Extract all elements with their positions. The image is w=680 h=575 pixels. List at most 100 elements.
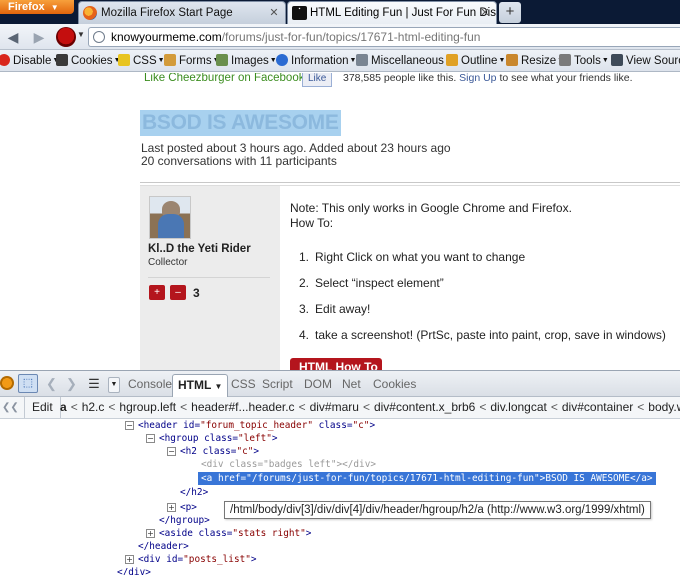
tab-dom[interactable]: DOM bbox=[299, 374, 337, 394]
devtool-view-source[interactable]: View Source bbox=[611, 53, 680, 69]
html-node-div-badges[interactable]: <div class="badges left"></div> bbox=[201, 458, 376, 471]
breadcrumb-item[interactable]: a bbox=[60, 400, 67, 414]
post-note: Note: This only works in Google Chrome a… bbox=[290, 201, 572, 215]
devtool-outline[interactable]: Outline▼ bbox=[446, 53, 505, 69]
html-node-hgroup[interactable]: <hgroup class="left"> bbox=[159, 432, 278, 445]
breadcrumb-item[interactable]: div#container bbox=[562, 400, 633, 414]
menu-icon[interactable]: ☰ bbox=[85, 375, 103, 393]
devtool-css[interactable]: CSS▼ bbox=[118, 53, 165, 69]
collapse-icon[interactable]: − bbox=[125, 421, 134, 430]
devtool-label: Outline bbox=[461, 55, 498, 67]
devtool-label: CSS bbox=[133, 55, 157, 67]
html-node-h2[interactable]: <h2 class="c"> bbox=[180, 445, 259, 458]
devtool-label: Cookies bbox=[71, 55, 113, 67]
tag-name: </header> bbox=[138, 541, 189, 552]
howto-steps: 1. Right Click on what you want to change… bbox=[290, 250, 666, 354]
breadcrumb-item[interactable]: header#f...header.c bbox=[191, 400, 294, 414]
html-node-header[interactable]: <header id="forum_topic_header" class="c… bbox=[138, 419, 375, 432]
tag-name: <div bbox=[201, 459, 224, 470]
devtool-label: Resize bbox=[521, 55, 557, 67]
chevron-down-icon: ▼ bbox=[50, 3, 59, 12]
addon-icon[interactable] bbox=[56, 27, 76, 47]
devtool-information[interactable]: Information▼ bbox=[276, 53, 356, 69]
tab-firefox-start-page[interactable]: Mozilla Firefox Start Page ✕ bbox=[78, 1, 286, 24]
breadcrumb-item[interactable]: body.w160 bbox=[648, 400, 680, 414]
firefox-menu-button[interactable]: Firefox ▼ bbox=[0, 0, 74, 14]
tag-close: > bbox=[305, 528, 312, 539]
web-developer-toolbar: Disable▼ Cookies▼ CSS▼ Forms▼ Images▼ In… bbox=[0, 50, 680, 72]
firefox-menu-label: Firefox bbox=[8, 1, 45, 13]
disable-icon bbox=[0, 54, 10, 66]
topic-title[interactable]: BSOD IS AWESOME bbox=[140, 110, 341, 136]
step-number: 3. bbox=[299, 302, 310, 316]
attr-name: href= bbox=[212, 473, 247, 484]
facebook-promo-text[interactable]: Like Cheezburger on Facebook! bbox=[144, 73, 308, 84]
collapse-icon[interactable]: − bbox=[167, 447, 176, 456]
close-icon[interactable]: ✕ bbox=[268, 7, 280, 19]
edit-button[interactable]: Edit bbox=[24, 397, 61, 418]
tab-console[interactable]: Console bbox=[123, 374, 177, 394]
tab-css[interactable]: CSS bbox=[226, 374, 261, 394]
attr-value: "left" bbox=[238, 433, 272, 444]
dropdown-arrow-icon: ▼ bbox=[498, 57, 506, 64]
expand-icon[interactable]: + bbox=[167, 503, 176, 512]
step-number: 4. bbox=[299, 328, 310, 342]
url-text[interactable]: knowyourmeme.com/forums/just-for-fun/top… bbox=[111, 30, 480, 45]
address-bar[interactable]: knowyourmeme.com/forums/just-for-fun/top… bbox=[88, 27, 680, 47]
tab-cookies[interactable]: Cookies bbox=[368, 374, 421, 394]
tab-html-editing-fun[interactable]: ▪ HTML Editing Fun | Just For Fun Disc..… bbox=[287, 1, 497, 24]
devtool-disable[interactable]: Disable▼ bbox=[0, 53, 59, 69]
tag-name: </div> bbox=[117, 567, 151, 575]
vote-down-button[interactable]: – bbox=[170, 285, 186, 300]
attr-value: "/forums/just-for-fun/topics/17671-html-… bbox=[246, 473, 540, 484]
collapse-icon[interactable]: − bbox=[146, 434, 155, 443]
breadcrumb-item[interactable]: div#content.x_brb6 bbox=[374, 400, 475, 414]
facebook-like-count-text: 378,585 people like this. bbox=[343, 73, 457, 84]
back-arrow-icon[interactable]: ❮ bbox=[46, 376, 57, 392]
tab-script[interactable]: Script bbox=[257, 374, 298, 394]
chevron-down-icon[interactable]: ▼ bbox=[77, 30, 85, 39]
breadcrumb-separator: < bbox=[362, 400, 370, 414]
tab-net[interactable]: Net bbox=[337, 374, 366, 394]
html-node-p[interactable]: <p> bbox=[180, 501, 197, 514]
tab-html[interactable]: HTML ▼ bbox=[172, 374, 229, 397]
breadcrumb-item[interactable]: div#maru bbox=[310, 400, 359, 414]
back-arrow-icon[interactable]: ◀ bbox=[4, 27, 22, 47]
breadcrumb-item[interactable]: hgroup.left bbox=[119, 400, 176, 414]
html-node-posts-list[interactable]: <div id="posts_list"> bbox=[138, 553, 257, 566]
username[interactable]: Kl..D the Yeti Rider bbox=[148, 243, 251, 255]
facebook-like-button[interactable]: Like bbox=[302, 73, 333, 87]
tag-name: <hgroup bbox=[159, 433, 199, 444]
tag-name: <aside bbox=[159, 528, 193, 539]
devtool-images[interactable]: Images▼ bbox=[216, 53, 277, 69]
devtool-miscellaneous[interactable]: Miscellaneous▼ bbox=[356, 53, 452, 69]
expand-icon[interactable]: + bbox=[125, 555, 134, 564]
close-icon[interactable]: ✕ bbox=[479, 7, 491, 19]
forward-arrow-icon[interactable]: ❯ bbox=[66, 376, 77, 392]
avatar[interactable] bbox=[149, 196, 191, 239]
forward-arrow-icon[interactable]: ▶ bbox=[30, 27, 48, 47]
firebug-icon[interactable] bbox=[0, 376, 14, 390]
html-node-a-selected[interactable]: <a href="/forums/just-for-fun/topics/176… bbox=[198, 472, 656, 485]
new-tab-button[interactable]: + bbox=[499, 2, 521, 23]
chevron-down-icon: ▼ bbox=[214, 382, 223, 391]
avatar-body bbox=[158, 214, 184, 238]
post-score: 3 bbox=[193, 286, 200, 300]
devtool-tools[interactable]: Tools▼ bbox=[559, 53, 609, 69]
chevron-down-icon[interactable]: ▼ bbox=[108, 377, 120, 393]
breadcrumb-item[interactable]: h2.c bbox=[82, 400, 105, 414]
breadcrumb-item[interactable]: div.longcat bbox=[490, 400, 546, 414]
html-how-to-button[interactable]: HTML How To bbox=[290, 358, 382, 370]
vote-up-button[interactable]: + bbox=[149, 285, 165, 300]
devtool-forms[interactable]: Forms▼ bbox=[164, 53, 220, 69]
expand-icon[interactable]: + bbox=[146, 529, 155, 538]
tag-name: <a bbox=[201, 473, 213, 484]
devtool-resize[interactable]: Resize▼ bbox=[506, 53, 564, 69]
html-node-aside[interactable]: <aside class="stats right"> bbox=[159, 527, 311, 540]
devtool-cookies[interactable]: Cookies▼ bbox=[56, 53, 121, 69]
web-page: Like Cheezburger on Facebook! Like 378,5… bbox=[0, 73, 680, 370]
inspect-element-icon[interactable]: ⬚ bbox=[18, 374, 38, 393]
know-your-meme-favicon-icon: ▪ bbox=[292, 6, 307, 20]
scroll-left-icon[interactable]: ❮❮ bbox=[2, 397, 19, 418]
facebook-signup-link[interactable]: Sign Up bbox=[459, 73, 496, 84]
